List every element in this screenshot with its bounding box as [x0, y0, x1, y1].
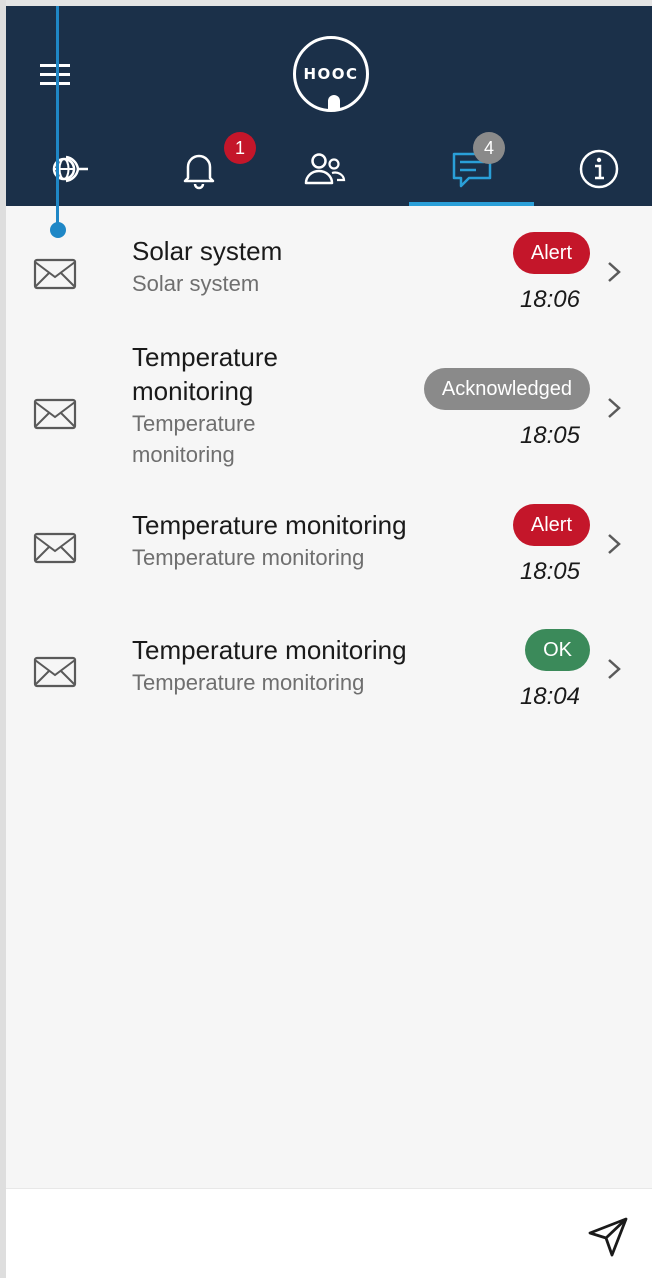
send-message-button[interactable] [586, 1213, 632, 1259]
app-window: HOOC 1 4 Solar system Solar system Alert… [6, 6, 652, 1278]
send-icon [588, 1217, 628, 1257]
message-row[interactable]: Temperature monitoring Temperature monit… [6, 478, 652, 602]
tab-remote[interactable] [6, 128, 131, 206]
message-row[interactable]: Temperature monitoring Temperature monit… [6, 338, 652, 478]
tab-notifications[interactable]: 1 [136, 128, 261, 206]
status-badge: OK [525, 629, 590, 671]
message-title: Temperature monitoring [132, 510, 407, 540]
status-badge: Acknowledged [423, 368, 590, 410]
status-badge: Alert [512, 504, 590, 546]
chevron-right-icon [608, 262, 621, 282]
message-time: 18:05 [519, 422, 580, 449]
logo-text: HOOC [303, 65, 359, 83]
notification-badge: 1 [224, 132, 256, 164]
tab-users[interactable] [261, 128, 386, 206]
message-subtitle: Solar system [132, 271, 260, 296]
envelope-icon [33, 258, 77, 290]
envelope-icon [33, 398, 77, 430]
annotation-line [56, 6, 59, 228]
message-title: Temperature monitoring [132, 342, 278, 406]
message-time: 18:06 [519, 286, 580, 313]
chevron-right-icon [608, 659, 621, 679]
messages-badge: 4 [473, 132, 505, 164]
app-header: HOOC 1 4 [6, 6, 652, 206]
annotation-dot [50, 222, 66, 238]
message-title: Temperature monitoring [132, 635, 407, 665]
message-time: 18:04 [519, 683, 580, 710]
chevron-right-icon [608, 398, 621, 418]
chevron-right-icon [608, 534, 621, 554]
tab-messages[interactable]: 4 [409, 128, 534, 206]
message-subtitle: Temperature monitoring [132, 545, 365, 570]
status-badge: Alert [512, 232, 590, 274]
hooc-logo: HOOC [293, 36, 369, 112]
envelope-icon [33, 656, 77, 688]
message-row[interactable]: Solar system Solar system Alert 18:06 [6, 206, 652, 338]
footer-bar [6, 1188, 652, 1278]
logo-door-icon [328, 95, 340, 109]
message-row[interactable]: Temperature monitoring Temperature monit… [6, 602, 652, 726]
message-time: 18:05 [519, 558, 580, 585]
tab-info[interactable] [536, 128, 652, 206]
globe-remote-icon [52, 155, 88, 183]
message-subtitle: Temperature monitoring [132, 411, 256, 467]
users-icon [304, 153, 346, 185]
bell-icon [183, 154, 215, 190]
message-subtitle: Temperature monitoring [132, 670, 365, 695]
envelope-icon [33, 532, 77, 564]
message-list: Solar system Solar system Alert 18:06 Te… [6, 206, 652, 726]
message-title: Solar system [132, 236, 283, 266]
info-icon [579, 149, 619, 189]
tab-bar: 1 4 [6, 128, 652, 206]
